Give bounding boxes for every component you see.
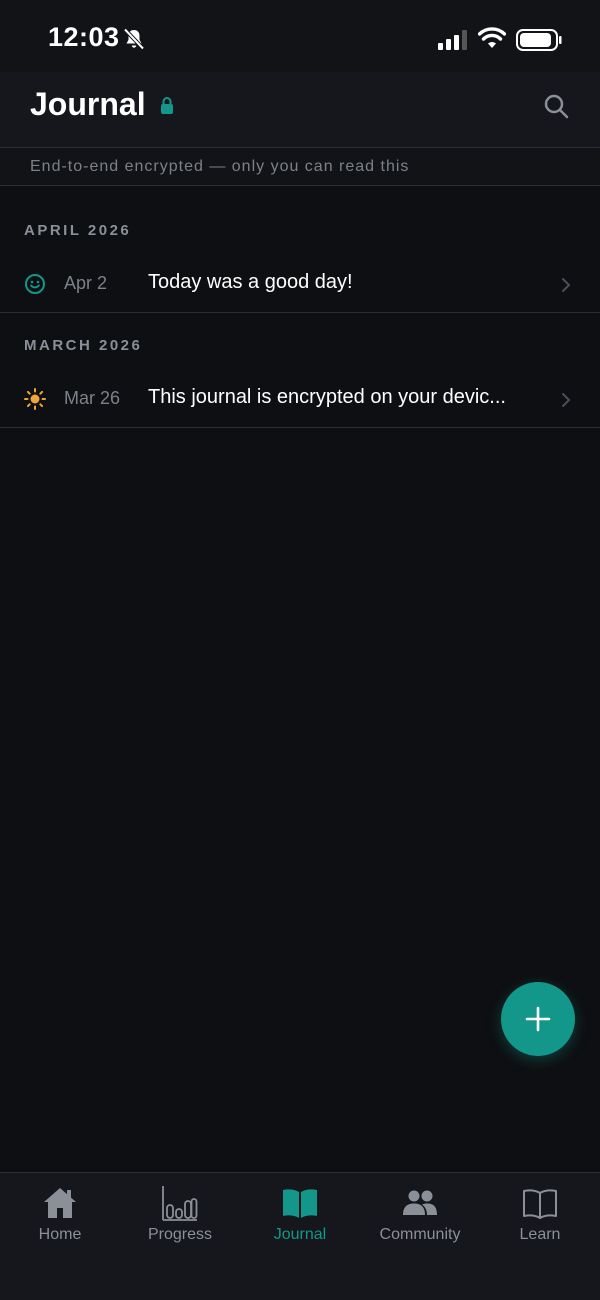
journal-entry-row[interactable]: Apr 2 Today was a good day! (0, 255, 600, 313)
lock-icon (161, 97, 173, 114)
status-bar: 12:03 (0, 0, 600, 72)
status-time: 12:03 (48, 22, 120, 52)
tab-label: Home (38, 1226, 82, 1243)
tab-label: Learn (519, 1226, 561, 1243)
journal-screen: 12:03 Journal End-to-end encrypted — onl… (0, 0, 600, 1300)
bell-muted-icon (123, 28, 145, 50)
entry-date: Mar 26 (64, 388, 121, 408)
bottom-tab-bar: Home Progress Journal Community Learn (0, 1172, 600, 1300)
app-header: Journal (0, 72, 600, 148)
open-book-icon (523, 1189, 557, 1219)
encryption-banner: End-to-end encrypted — only you can read… (0, 148, 600, 186)
entry-preview: Today was a good day! (148, 271, 353, 293)
tab-label: Journal (273, 1226, 327, 1243)
sun-icon (24, 388, 46, 410)
tab-community[interactable]: Community (360, 1173, 480, 1273)
section-header: APRIL 2026 (24, 222, 132, 239)
tab-progress[interactable]: Progress (120, 1173, 240, 1273)
smiley-icon (25, 274, 45, 294)
plus-icon (525, 1006, 551, 1032)
bar-chart-icon (162, 1186, 198, 1221)
page-title: Journal (30, 86, 146, 122)
cellular-signal-icon (438, 30, 467, 50)
tab-learn[interactable]: Learn (480, 1173, 600, 1273)
wifi-icon (478, 27, 506, 48)
entry-date: Apr 2 (64, 273, 108, 293)
tab-label: Progress (147, 1226, 213, 1243)
new-entry-button[interactable] (501, 982, 575, 1056)
journal-entry-row[interactable]: Mar 26 This journal is encrypted on your… (0, 370, 600, 428)
encryption-note: End-to-end encrypted — only you can read… (30, 158, 410, 175)
entry-preview: This journal is encrypted on your devic.… (148, 386, 506, 408)
battery-icon (516, 29, 562, 51)
book-icon (283, 1189, 317, 1218)
tab-journal[interactable]: Journal (240, 1173, 360, 1273)
chevron-right-icon (562, 278, 571, 292)
people-icon (403, 1190, 437, 1215)
chevron-right-icon (562, 393, 571, 407)
tab-label: Community (379, 1226, 461, 1243)
tab-home[interactable]: Home (0, 1173, 120, 1273)
search-icon[interactable] (543, 93, 569, 119)
section-header: MARCH 2026 (24, 337, 143, 354)
home-icon (44, 1188, 76, 1218)
